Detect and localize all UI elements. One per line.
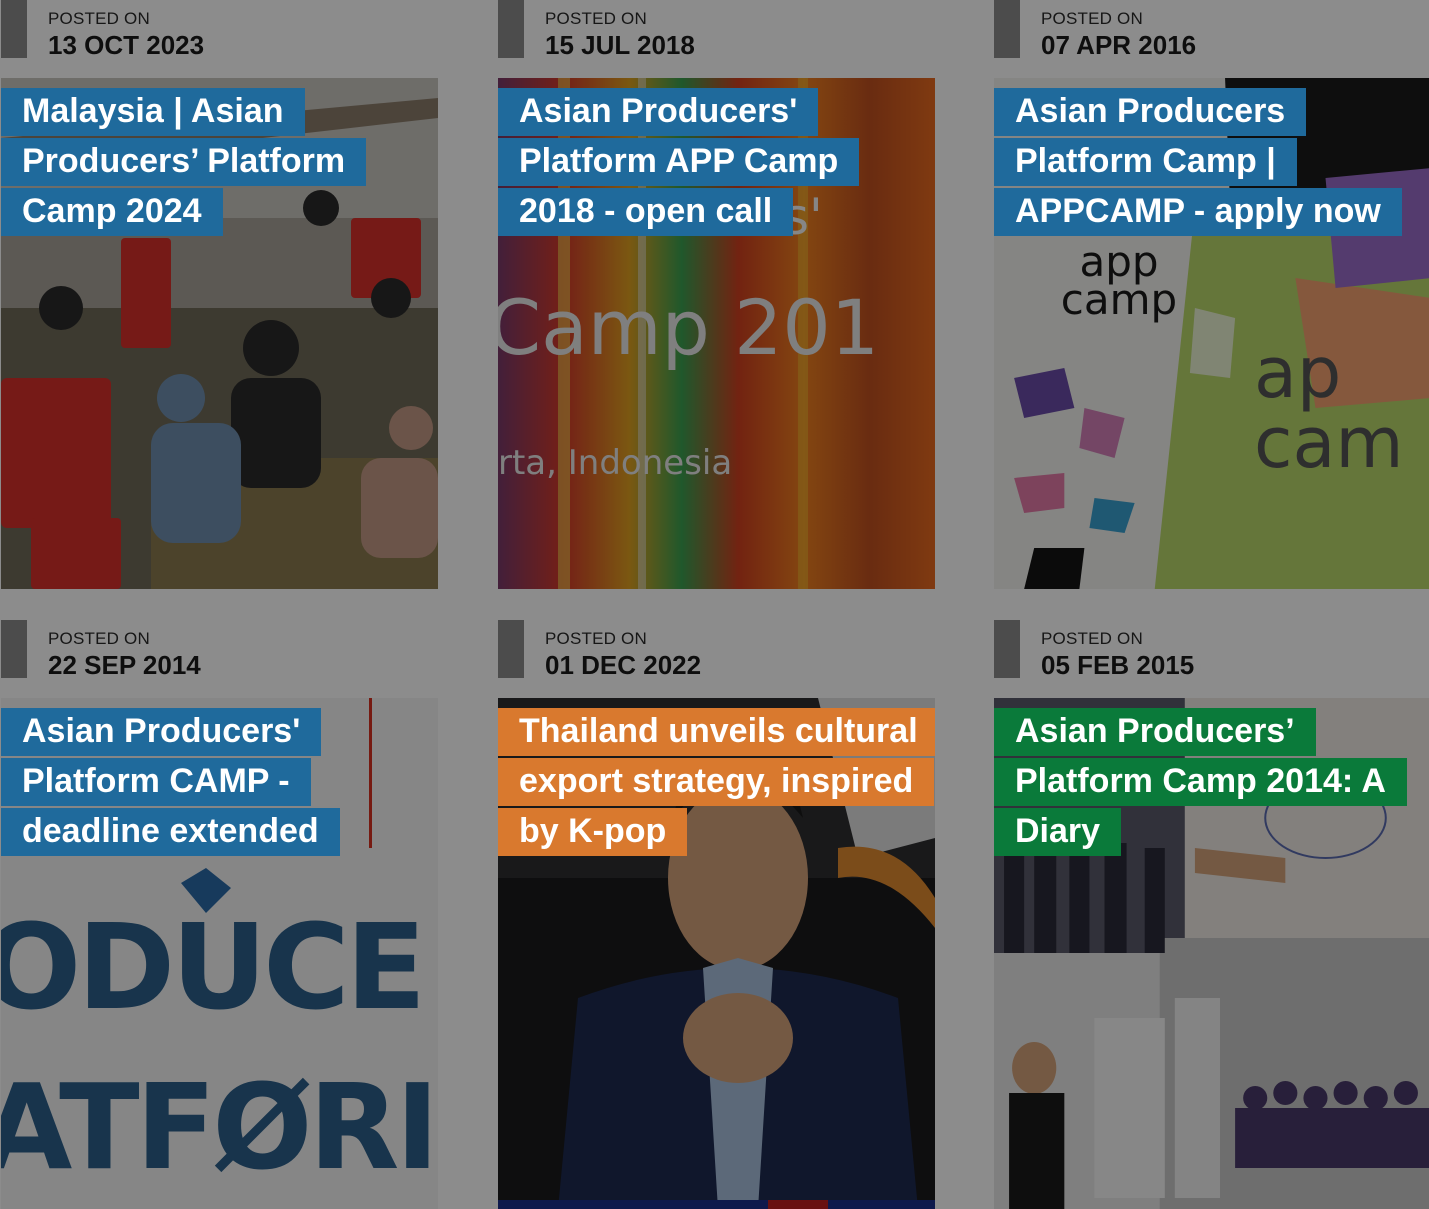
post-date: 07 APR 2016 [1041, 30, 1197, 60]
post-title[interactable]: Thailand unveils cultural export strateg… [498, 708, 935, 856]
post-thumbnail[interactable]: Asian Producers’ Platform Camp 2014: A D… [994, 698, 1429, 1209]
poster-text-camp: Camp 201 [498, 283, 880, 372]
posts-grid: POSTED ON 13 OCT 2023 Malaysia | Asian P… [0, 0, 1429, 1209]
posted-on-label: POSTED ON [48, 9, 150, 28]
post-date: 05 FEB 2015 [1041, 650, 1195, 680]
post-date: 22 SEP 2014 [48, 650, 201, 680]
poster-text-location: rta, Indonesia [498, 443, 733, 483]
posted-on-label: POSTED ON [545, 9, 647, 28]
posted-on-label: POSTED ON [545, 629, 647, 648]
post-card[interactable]: POSTED ON 13 OCT 2023 Malaysia | Asian P… [1, 0, 438, 589]
post-meta: POSTED ON 07 APR 2016 [994, 0, 1429, 78]
post-thumbnail[interactable]: Camp 201 rta, Indonesia s' Asian Produce… [498, 78, 935, 589]
post-title[interactable]: Asian Producers' Platform APP Camp 2018 … [498, 88, 860, 236]
post-thumbnail[interactable]: Malaysia | Asian Producers’ Platform Cam… [1, 78, 438, 589]
post-meta: POSTED ON 13 OCT 2023 [1, 0, 438, 78]
meta-accent-bar [1, 0, 27, 58]
post-title[interactable]: Asian Producers' Platform CAMP - deadlin… [1, 708, 340, 856]
posted-on-label: POSTED ON [1041, 9, 1143, 28]
post-card[interactable]: POSTED ON 22 SEP 2014 ODUCE ATFØRI Asian… [1, 620, 438, 1209]
post-meta: POSTED ON 22 SEP 2014 [1, 620, 438, 698]
poster-text-produce: ODUCE [1, 898, 426, 1036]
post-title[interactable]: Asian Producers’ Platform Camp 2014: A D… [994, 708, 1407, 856]
logo-text-app-camp: app camp [1060, 237, 1178, 324]
post-title[interactable]: Asian Producers Platform Camp | APPCAMP … [994, 88, 1402, 236]
meta-accent-bar [994, 0, 1020, 58]
post-card[interactable]: POSTED ON 15 JUL 2018 Camp 201 rta, Indo… [498, 0, 935, 589]
meta-accent-bar [1, 620, 27, 678]
meta-accent-bar [498, 620, 524, 678]
post-card[interactable]: POSTED ON 05 FEB 2015 Asian Producers’ P… [994, 620, 1429, 1209]
post-card[interactable]: POSTED ON 07 APR 2016 app camp ap cam As… [994, 0, 1429, 589]
posted-on-label: POSTED ON [1041, 629, 1143, 648]
post-meta: POSTED ON 15 JUL 2018 [498, 0, 935, 78]
post-thumbnail[interactable]: app camp ap cam Asian Producers Platform… [994, 78, 1429, 589]
post-meta: POSTED ON 05 FEB 2015 [994, 620, 1429, 698]
post-date: 15 JUL 2018 [545, 30, 695, 60]
post-card[interactable]: POSTED ON 01 DEC 2022 Thailand unveils c… [498, 620, 935, 1209]
logo-text-app-camp-large: ap cam [1254, 332, 1404, 484]
meta-accent-bar [498, 0, 524, 58]
post-date: 01 DEC 2022 [545, 650, 702, 680]
post-thumbnail[interactable]: ODUCE ATFØRI Asian Producers' Platform C… [1, 698, 438, 1209]
meta-accent-bar [994, 620, 1020, 678]
posted-on-label: POSTED ON [48, 629, 150, 648]
post-title[interactable]: Malaysia | Asian Producers’ Platform Cam… [1, 88, 367, 236]
poster-text-platform: ATFØRI [1, 1058, 438, 1196]
post-meta: POSTED ON 01 DEC 2022 [498, 620, 935, 698]
post-thumbnail[interactable]: Thailand unveils cultural export strateg… [498, 698, 935, 1209]
post-date: 13 OCT 2023 [48, 30, 205, 60]
